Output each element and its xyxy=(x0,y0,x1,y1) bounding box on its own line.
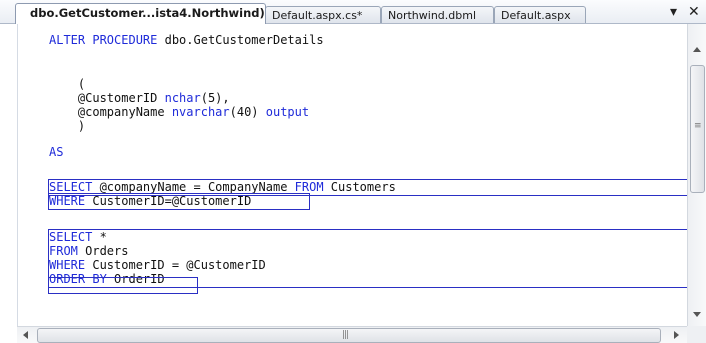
code-keyword: SELECT xyxy=(49,230,93,244)
code-text: Orders xyxy=(77,244,129,258)
horizontal-scroll-thumb[interactable]: ||| xyxy=(37,328,661,343)
code-text: Customers xyxy=(323,180,396,194)
scroll-right-icon[interactable] xyxy=(674,331,680,339)
code-text: ( xyxy=(49,77,86,91)
code-line[interactable]: SELECT @companyName = CompanyName FROM C… xyxy=(49,180,396,194)
tab-label: Northwind.dbml xyxy=(388,9,477,22)
code-line[interactable]: FROM Orders xyxy=(49,244,128,258)
code-keyword: FROM xyxy=(49,244,78,258)
code-line[interactable]: WHERE CustomerID=@CustomerID xyxy=(49,194,251,208)
code-editor[interactable]: ALTER PROCEDURE dbo.GetCustomerDetails (… xyxy=(17,24,688,326)
code-keyword: nvarchar xyxy=(171,105,230,119)
code-keyword: FROM xyxy=(294,180,324,194)
code-line[interactable]: AS xyxy=(49,145,63,159)
code-text: @companyName xyxy=(49,105,172,119)
code-text: * xyxy=(92,230,107,244)
code-line[interactable]: @CustomerID nchar(5), xyxy=(49,91,230,105)
vertical-scrollbar[interactable]: ≡ xyxy=(687,24,706,326)
vertical-scroll-thumb[interactable]: ≡ xyxy=(690,65,705,193)
close-icon[interactable]: ✕ xyxy=(688,4,700,20)
tab-default-aspx[interactable]: Default.aspx xyxy=(494,6,586,23)
scroll-left-icon[interactable] xyxy=(22,331,28,339)
code-text: OrderID xyxy=(106,272,165,286)
code-text: (5), xyxy=(200,91,230,105)
tab-label: dbo.GetCustomer...ista4.Northwind) xyxy=(30,6,265,20)
tab-getcustomer-procedure[interactable]: dbo.GetCustomer...ista4.Northwind) xyxy=(15,3,266,24)
code-keyword: WHERE xyxy=(49,258,86,272)
horizontal-scrollbar[interactable]: ||| xyxy=(17,326,687,343)
code-line[interactable]: ORDER BY OrderID xyxy=(49,272,165,286)
code-keyword: ALTER PROCEDURE xyxy=(49,33,158,47)
code-line[interactable]: WHERE CustomerID = @CustomerID xyxy=(49,258,266,272)
window-dropdown-icon[interactable]: ▾ xyxy=(670,4,677,20)
tab-label: Default.aspx.cs* xyxy=(272,9,363,22)
code-keyword: output xyxy=(265,105,310,119)
code-line[interactable]: ( xyxy=(49,77,85,91)
code-text: CustomerID=@CustomerID xyxy=(85,194,252,208)
grip-icon: ||| xyxy=(342,330,349,340)
code-keyword: nchar xyxy=(164,91,201,105)
tab-northwind-dbml[interactable]: Northwind.dbml xyxy=(381,6,494,23)
code-text: CustomerID = @CustomerID xyxy=(85,258,266,272)
tab-label: Default.aspx xyxy=(501,9,571,22)
code-line[interactable]: ) xyxy=(49,119,85,133)
grip-icon: ≡ xyxy=(694,121,702,131)
code-keyword: AS xyxy=(49,145,64,159)
code-area[interactable]: ALTER PROCEDURE dbo.GetCustomerDetails (… xyxy=(18,24,688,326)
code-line[interactable]: ALTER PROCEDURE dbo.GetCustomerDetails xyxy=(49,33,324,47)
scroll-down-icon[interactable] xyxy=(693,312,701,318)
code-text: dbo.GetCustomerDetails xyxy=(157,33,324,47)
code-text: ) xyxy=(49,119,86,133)
code-text: (40) xyxy=(229,105,266,119)
document-tab-strip: Default.aspx.cs* Northwind.dbml Default.… xyxy=(0,0,706,24)
code-text: @CustomerID xyxy=(49,91,165,105)
code-keyword: SELECT xyxy=(49,180,93,194)
code-text: @companyName = CompanyName xyxy=(92,180,295,194)
code-line[interactable]: @companyName nvarchar(40) output xyxy=(49,105,309,119)
scrollbar-corner xyxy=(687,326,706,343)
code-keyword: ORDER BY xyxy=(49,272,107,286)
code-keyword: WHERE xyxy=(49,194,86,208)
tab-default-aspx-cs[interactable]: Default.aspx.cs* xyxy=(265,6,381,23)
scroll-up-icon[interactable] xyxy=(693,46,701,52)
code-line[interactable]: SELECT * xyxy=(49,230,107,244)
